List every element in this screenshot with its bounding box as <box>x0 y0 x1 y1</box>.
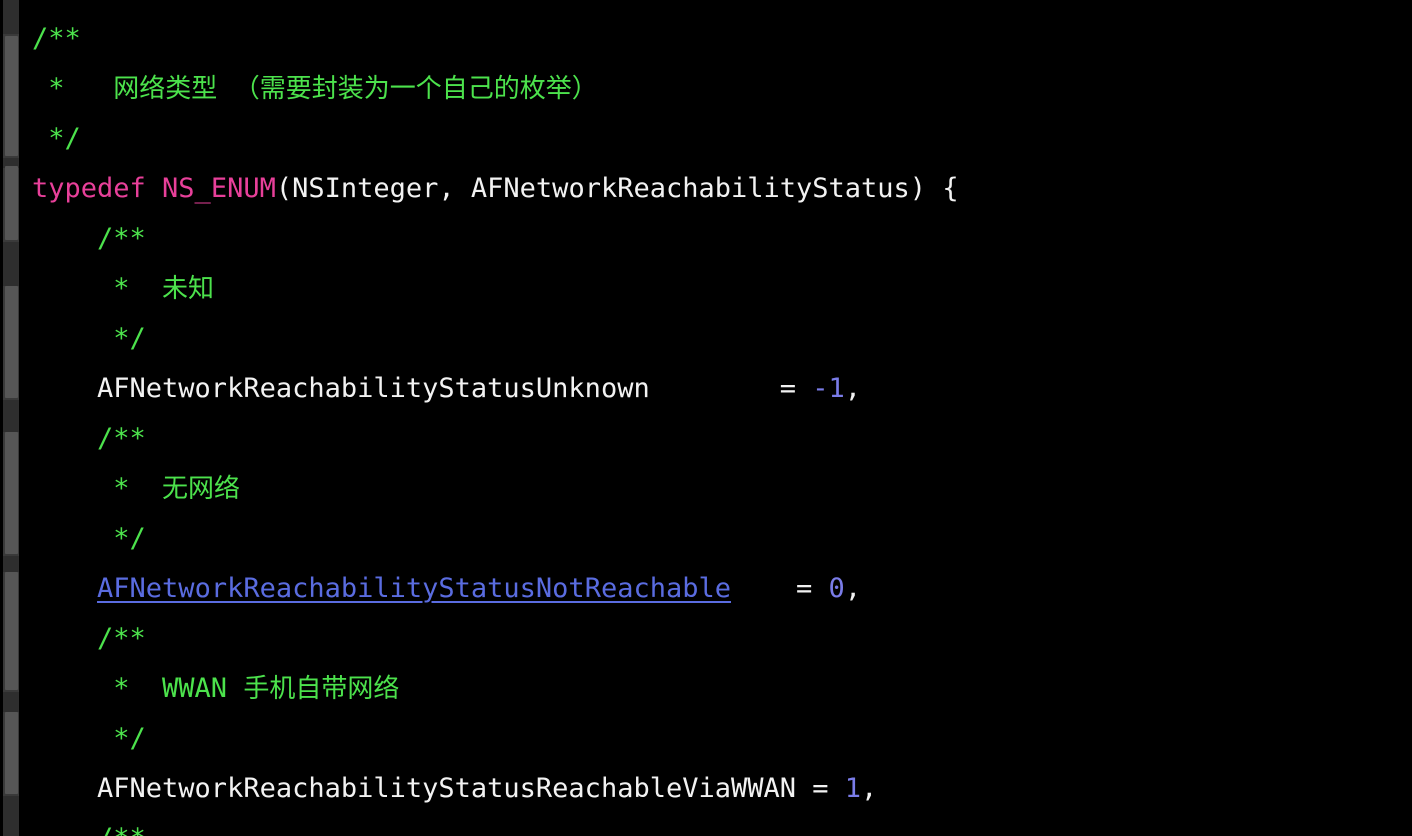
code-token-comment: /** <box>32 623 146 654</box>
code-line[interactable]: /** <box>22 614 1412 664</box>
code-line[interactable]: /** <box>22 214 1412 264</box>
code-token-plain: , <box>861 773 878 804</box>
code-token-comment: /** <box>32 823 146 836</box>
code-token-link[interactable]: AFNetworkReachabilityStatusNotReachable <box>97 573 731 604</box>
code-line[interactable]: * 无网络 <box>22 464 1412 514</box>
code-line[interactable]: * 网络类型 （需要封装为一个自己的枚举） <box>22 64 1412 114</box>
code-line[interactable]: */ <box>22 314 1412 364</box>
code-token-plain: , <box>844 373 862 404</box>
gutter-mark <box>3 400 19 432</box>
code-line[interactable]: * WWAN 手机自带网络 <box>22 664 1412 714</box>
code-token-number: 0 <box>828 573 845 604</box>
scroll-thumb-segment[interactable] <box>5 286 18 398</box>
vertical-scroll-gutter[interactable] <box>0 0 22 836</box>
code-token-comment: */ <box>32 323 146 354</box>
code-token-comment: /** <box>32 223 146 254</box>
code-token-comment: * <box>32 473 163 504</box>
code-line[interactable]: typedef NS_ENUM(NSInteger, AFNetworkReac… <box>22 164 1412 214</box>
code-token-plain: , <box>844 573 862 604</box>
code-line[interactable]: */ <box>22 114 1412 164</box>
code-line[interactable]: */ <box>22 714 1412 764</box>
gutter-mark <box>3 242 19 286</box>
scroll-thumb-segment[interactable] <box>5 36 18 156</box>
code-editor-window: /** * 网络类型 （需要封装为一个自己的枚举） */ typedef NS_E… <box>0 0 1412 836</box>
code-line[interactable]: /** <box>22 14 1412 64</box>
code-line[interactable]: AFNetworkReachabilityStatusUnknown = -1, <box>22 364 1412 414</box>
code-token-plain: AFNetworkReachabilityStatusUnknown = <box>32 373 813 404</box>
gutter-mark <box>3 0 19 34</box>
code-token-comment: */ <box>32 123 81 154</box>
code-line[interactable]: AFNetworkReachabilityStatusNotReachable … <box>22 564 1412 614</box>
code-token-plain: AFNetworkReachabilityStatusReachableViaW… <box>32 773 845 804</box>
scroll-thumb-segment[interactable] <box>5 712 18 794</box>
code-line[interactable]: AFNetworkReachabilityStatusReachableViaW… <box>22 764 1412 814</box>
code-token-plain: (NSInteger, AFNetworkReachabilityStatus)… <box>275 173 959 204</box>
code-token-comment-cjk: 手机自带网络 <box>243 674 400 704</box>
code-token-comment-cjk: 网络类型 （需要封装为一个自己的枚举） <box>113 74 598 104</box>
code-token-plain: = <box>731 573 829 604</box>
code-line[interactable]: * 未知 <box>22 264 1412 314</box>
code-text-area[interactable]: /** * 网络类型 （需要封装为一个自己的枚举） */ typedef NS_E… <box>22 0 1412 836</box>
code-token-comment-cjk: 无网络 <box>162 474 241 504</box>
code-token-macro: NS_ENUM <box>162 173 276 204</box>
code-line[interactable]: /** <box>22 414 1412 464</box>
code-token-comment: * <box>32 273 163 304</box>
code-token-comment: * WWAN <box>32 673 244 704</box>
gutter-mark <box>3 796 19 836</box>
code-token-comment-cjk: 未知 <box>162 274 215 304</box>
code-token-comment: */ <box>32 523 146 554</box>
gutter-mark <box>3 556 19 572</box>
code-token-comment: /** <box>32 23 81 54</box>
scroll-thumb-segment[interactable] <box>5 166 18 240</box>
code-token-comment: */ <box>32 723 146 754</box>
scroll-thumb-segment[interactable] <box>5 432 18 554</box>
code-line[interactable]: */ <box>22 514 1412 564</box>
code-token-number: -1 <box>812 373 845 404</box>
code-token-keyword: typedef <box>32 173 163 204</box>
code-token-comment: * <box>32 73 114 104</box>
gutter-mark <box>3 692 19 712</box>
code-token-comment: /** <box>32 423 146 454</box>
code-line[interactable]: /** <box>22 814 1412 836</box>
code-token-number: 1 <box>844 773 862 804</box>
scroll-thumb-segment[interactable] <box>5 572 18 690</box>
